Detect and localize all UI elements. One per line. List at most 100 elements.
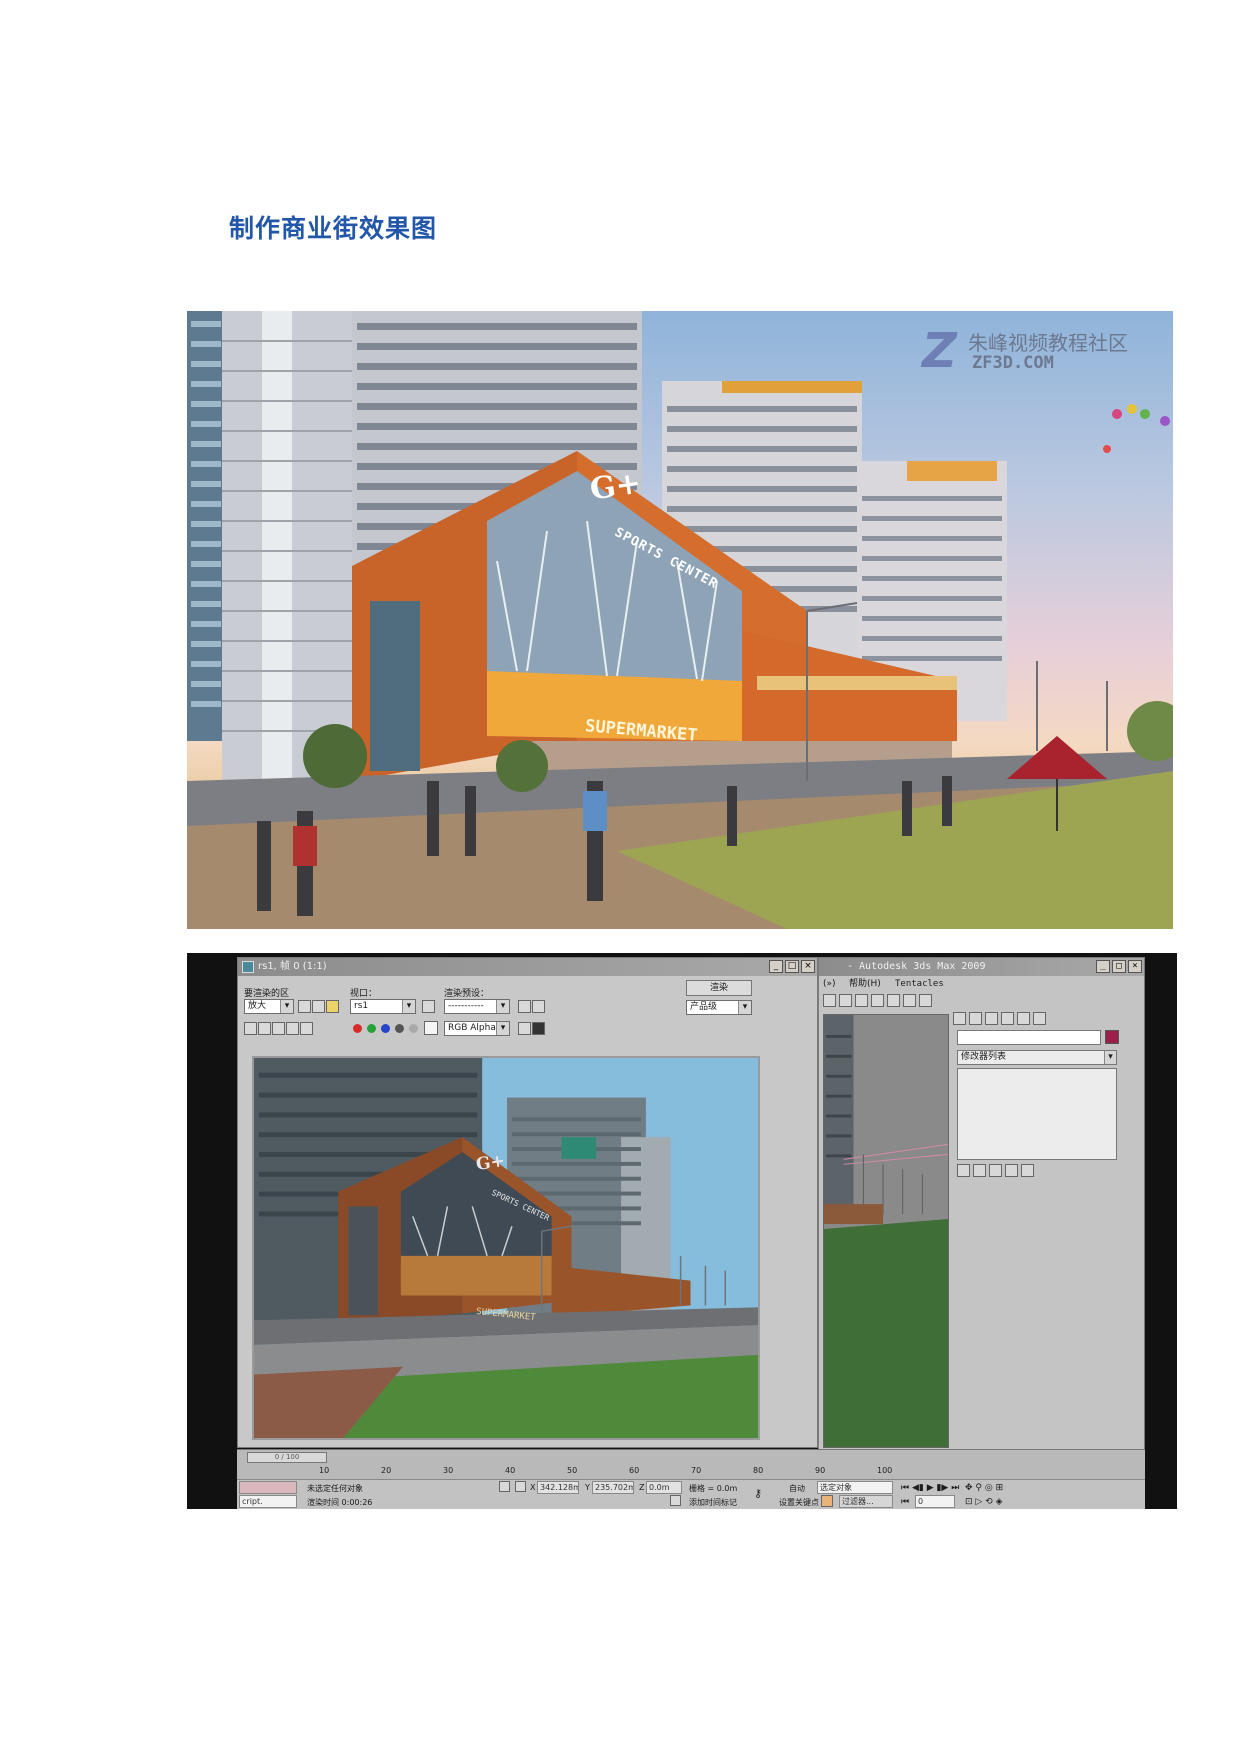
auto-key-button[interactable]: 自动 <box>789 1483 805 1494</box>
render-button[interactable]: 渲染 <box>686 980 752 996</box>
y-label: Y <box>585 1483 590 1492</box>
viewport-select[interactable]: rs1 <box>350 999 416 1014</box>
selection-lock-icon[interactable] <box>499 1481 510 1492</box>
make-unique-icon[interactable] <box>989 1164 1002 1177</box>
menu-scroll-icon[interactable]: (») <box>823 976 836 992</box>
render-setup-toolbar-icon[interactable] <box>887 994 900 1007</box>
hierarchy-tab-icon[interactable] <box>985 1012 998 1025</box>
max-screenshot: rs1, 帧 0 (1:1) _ □ × 要渲染的区 放大 视口： rs1 渲染… <box>187 953 1177 1509</box>
background-viewport-scene <box>824 1015 948 1447</box>
menu-tentacles[interactable]: Tentacles <box>895 976 944 992</box>
timeline-tick: 60 <box>629 1466 640 1475</box>
timeline-tick: 30 <box>443 1466 454 1475</box>
navigation-controls[interactable]: ✥ ⚲ ◎ ⊞ <box>965 1483 1003 1493</box>
goto-start-icon[interactable]: ⏮ <box>901 1497 909 1507</box>
modifier-stack[interactable] <box>957 1068 1117 1160</box>
selected-object-select[interactable]: 选定对象 <box>817 1481 893 1494</box>
minimize-icon[interactable]: _ <box>769 960 783 973</box>
timeline[interactable]: 0 / 100 10 20 30 40 50 60 70 80 90 100 <box>237 1449 1145 1479</box>
remove-modifier-icon[interactable] <box>1005 1164 1018 1177</box>
key-filters-button[interactable]: 过滤器... <box>839 1495 893 1508</box>
max-close-icon[interactable]: × <box>1128 960 1142 973</box>
material-editor-icon[interactable] <box>871 994 884 1007</box>
timeline-tick: 20 <box>381 1466 392 1475</box>
channel-select[interactable]: RGB Alpha <box>444 1021 510 1036</box>
lock-icon[interactable] <box>422 1000 435 1013</box>
max-maximize-icon[interactable]: □ <box>1112 960 1126 973</box>
object-color-swatch[interactable] <box>1105 1030 1119 1044</box>
create-tab-icon[interactable] <box>953 1012 966 1025</box>
transform-mode-icon[interactable] <box>515 1481 526 1492</box>
render-frame-icon[interactable] <box>903 994 916 1007</box>
quick-render-icon[interactable] <box>919 994 932 1007</box>
command-panel: 修改器列表 <box>953 996 1143 1452</box>
mono-icon[interactable] <box>409 1024 418 1033</box>
menu-help[interactable]: 帮助(H) <box>849 976 881 992</box>
modify-tab-icon[interactable] <box>969 1012 982 1025</box>
maxscript-field[interactable]: cript. <box>239 1495 297 1508</box>
green-channel-icon[interactable] <box>367 1024 376 1033</box>
viewport-nav-controls[interactable]: ⊡ ▷ ⟲ ◈ <box>965 1497 1003 1507</box>
print-icon[interactable] <box>286 1022 299 1035</box>
watermark: Z 朱峰视频教程社区 ZF3D.COM <box>922 319 1162 379</box>
playback-controls[interactable]: ⏮ ◀▮ ▶ ▮▶ ⏭ <box>901 1483 959 1493</box>
area-label: 要渲染的区 <box>244 989 290 999</box>
set-key-button[interactable]: 设置关键点 <box>779 1497 819 1508</box>
configure-sets-icon[interactable] <box>1021 1164 1034 1177</box>
background-color-swatch[interactable] <box>424 1021 438 1035</box>
copy-image-icon[interactable] <box>258 1022 271 1035</box>
motion-tab-icon[interactable] <box>1001 1012 1014 1025</box>
background-viewport <box>823 1014 949 1448</box>
z-coordinate-field[interactable]: 0.0m <box>646 1481 682 1494</box>
render-time-status: 渲染时间 0:00:26 <box>307 1498 373 1507</box>
alpha-channel-icon[interactable] <box>395 1024 404 1033</box>
y-coordinate-field[interactable]: 235.702m <box>592 1481 634 1494</box>
app-icon <box>242 961 254 973</box>
auto-region-icon[interactable] <box>326 1000 339 1013</box>
object-name-field[interactable] <box>957 1030 1101 1045</box>
preset-select[interactable]: ----------- <box>444 999 510 1014</box>
pin-stack-icon[interactable] <box>957 1164 970 1177</box>
schematic-icon[interactable] <box>855 994 868 1007</box>
timeline-tick: 90 <box>815 1466 826 1475</box>
crop-icon[interactable] <box>312 1000 325 1013</box>
blue-channel-icon[interactable] <box>381 1024 390 1033</box>
display-channel-icon[interactable] <box>518 1022 531 1035</box>
display-tab-icon[interactable] <box>1017 1012 1030 1025</box>
clone-window-icon[interactable] <box>272 1022 285 1035</box>
time-slider[interactable]: 0 / 100 <box>247 1452 327 1463</box>
quality-select[interactable]: 产品级 <box>686 1000 752 1015</box>
utilities-tab-icon[interactable] <box>1033 1012 1046 1025</box>
close-icon[interactable]: × <box>801 960 815 973</box>
show-end-result-icon[interactable] <box>973 1164 986 1177</box>
add-time-tag[interactable]: 添加时间标记 <box>689 1497 737 1508</box>
modifier-list-dropdown[interactable]: 修改器列表 <box>957 1050 1117 1065</box>
current-frame-field[interactable]: 0 <box>915 1495 955 1508</box>
maximize-icon[interactable]: □ <box>785 960 799 973</box>
key-icon[interactable]: ⚷ <box>754 1487 762 1500</box>
key-filter-icon[interactable] <box>821 1495 833 1507</box>
save-image-icon[interactable] <box>244 1022 257 1035</box>
layer-icon[interactable] <box>823 994 836 1007</box>
preset-label: 渲染预设： <box>444 989 490 999</box>
clear-icon[interactable] <box>300 1022 313 1035</box>
environment-icon[interactable] <box>532 1000 545 1013</box>
graph-editor-icon[interactable] <box>839 994 852 1007</box>
maxscript-listener[interactable] <box>239 1481 297 1494</box>
architecture-rendering-photo: G+ SPORTS CENTER SUPERMARKET Z 朱峰视频教程社区 … <box>187 311 1173 929</box>
region-icon[interactable] <box>298 1000 311 1013</box>
time-tag-icon[interactable] <box>670 1495 681 1506</box>
viewport-sign-g-plus: G+ <box>474 1151 507 1175</box>
status-bar: cript. 未选定任何对象 渲染时间 0:00:26 X 342.128m Y… <box>237 1479 1145 1509</box>
timeline-tick: 80 <box>753 1466 764 1475</box>
toggle-ui-icon[interactable] <box>532 1022 545 1035</box>
x-coordinate-field[interactable]: 342.128m <box>537 1481 579 1494</box>
timeline-tick: 50 <box>567 1466 578 1475</box>
render-setup-icon[interactable] <box>518 1000 531 1013</box>
red-channel-icon[interactable] <box>353 1024 362 1033</box>
selection-status: 未选定任何对象 <box>307 1484 363 1493</box>
max-minimize-icon[interactable]: _ <box>1096 960 1110 973</box>
max-menubar: (») 帮助(H) Tentacles <box>819 976 1144 992</box>
stack-controls <box>957 1164 1034 1177</box>
area-select[interactable]: 放大 <box>244 999 294 1014</box>
